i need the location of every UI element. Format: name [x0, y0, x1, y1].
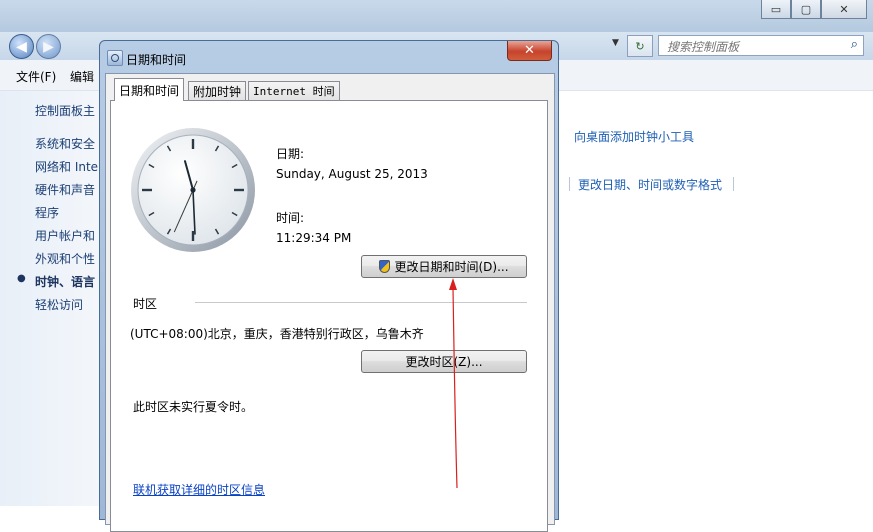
dialog-title: 日期和时间: [126, 53, 187, 67]
sidebar-item-programs[interactable]: 程序: [35, 204, 59, 221]
change-timezone-button[interactable]: 更改时区(Z)...: [361, 350, 527, 373]
sidebar-item-hardware[interactable]: 硬件和声音: [35, 181, 95, 198]
date-value: Sunday, August 25, 2013: [276, 167, 428, 181]
caption-buttons: ▭ ▢ ✕: [761, 0, 867, 19]
change-format-link[interactable]: 更改日期、时间或数字格式: [578, 176, 722, 193]
close-button[interactable]: ✕: [821, 0, 867, 19]
sidebar-item-network[interactable]: 网络和 Inte: [35, 158, 98, 175]
dialog-close-button[interactable]: ✕: [507, 41, 552, 61]
uac-shield-icon: [379, 260, 391, 273]
sidebar-item-system-security[interactable]: 系统和安全: [35, 135, 95, 152]
window-titlebar: ▭ ▢ ✕: [0, 0, 873, 32]
analog-clock: [131, 128, 255, 252]
tab-internet-time[interactable]: Internet 时间: [248, 81, 340, 100]
timezone-value: (UTC+08:00)北京，重庆，香港特别行政区，乌鲁木齐: [130, 327, 424, 341]
address-dropdown-icon[interactable]: ▼: [612, 38, 619, 48]
change-timezone-label: 更改时区(Z)...: [405, 355, 483, 369]
time-label: 时间:: [276, 211, 305, 225]
datetime-icon: [107, 50, 123, 66]
link-separator: [733, 177, 734, 191]
search-box[interactable]: ⌕: [658, 35, 864, 56]
sidebar-item-home[interactable]: 控制面板主: [35, 102, 95, 119]
change-datetime-label: 更改日期和时间(D)...: [394, 260, 509, 274]
forward-button[interactable]: ▶: [36, 34, 61, 59]
group-divider: [195, 302, 527, 303]
timezone-group-label: 时区: [133, 297, 158, 311]
sidebar-item-appearance[interactable]: 外观和个性: [35, 250, 95, 267]
back-button[interactable]: ◀: [9, 34, 34, 59]
timezone-info-link[interactable]: 联机获取详细的时区信息: [133, 481, 265, 498]
sidebar: 控制面板主 系统和安全 网络和 Inte 硬件和声音 程序 用户帐户和 外观和个…: [0, 91, 105, 506]
tab-date-time[interactable]: 日期和时间: [114, 78, 185, 101]
link-separator: [569, 177, 570, 191]
minimize-button[interactable]: ▭: [761, 0, 791, 19]
menu-file[interactable]: 文件(F): [16, 68, 56, 85]
menu-edit[interactable]: 编辑: [70, 68, 94, 85]
add-clock-gadget-link[interactable]: 向桌面添加时钟小工具: [574, 128, 694, 145]
tab-additional-clocks[interactable]: 附加时钟: [188, 81, 247, 100]
dialog-body: 日期和时间 附加时钟 Internet 时间 日期: Sunday, Augus…: [105, 73, 555, 532]
tab-panel: 日期: Sunday, August 25, 2013 时间: 11:29:34…: [110, 100, 548, 532]
time-value: 11:29:34 PM: [276, 231, 352, 245]
sidebar-item-clock-language[interactable]: 时钟、语言: [35, 273, 95, 290]
search-input[interactable]: [665, 37, 839, 56]
datetime-dialog: 日期和时间 ✕ 日期和时间 附加时钟 Internet 时间 日期: Sunda…: [99, 40, 559, 532]
active-bullet-icon: ●: [17, 273, 26, 284]
search-icon[interactable]: ⌕: [851, 37, 858, 52]
date-label: 日期:: [276, 147, 305, 161]
sidebar-item-user-accounts[interactable]: 用户帐户和: [35, 227, 95, 244]
maximize-button[interactable]: ▢: [791, 0, 821, 19]
clock-center: [190, 187, 196, 193]
refresh-button[interactable]: ↻: [627, 35, 653, 57]
change-datetime-button[interactable]: 更改日期和时间(D)...: [361, 255, 527, 278]
dst-note: 此时区未实行夏令时。: [133, 400, 254, 414]
sidebar-item-ease-of-access[interactable]: 轻松访问: [35, 296, 83, 313]
